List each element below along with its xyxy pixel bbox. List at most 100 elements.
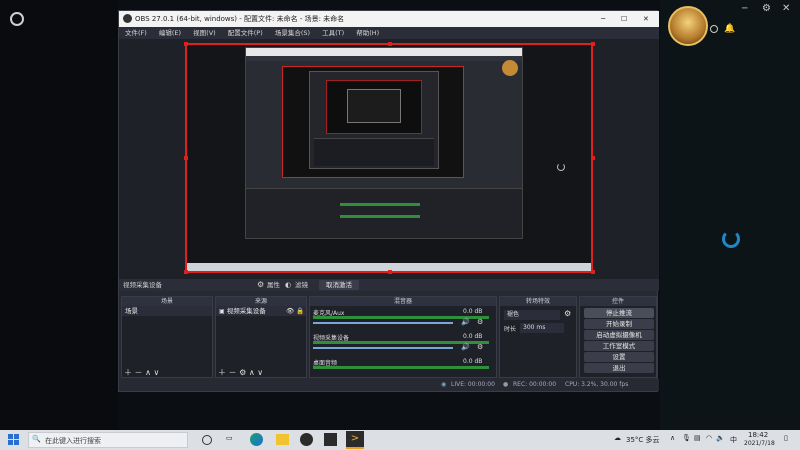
- edge-icon[interactable]: [250, 433, 263, 446]
- gear-icon[interactable]: ⚙: [762, 3, 771, 14]
- menu-view[interactable]: 视图(V): [193, 29, 216, 37]
- scenes-dock: 场景 场景 ＋ － ∧ ∨: [121, 296, 213, 378]
- minimize-icon[interactable]: ─: [742, 4, 747, 14]
- file-explorer-icon[interactable]: [276, 434, 289, 445]
- microphone-icon[interactable]: 🎙: [682, 434, 691, 442]
- preview-canvas[interactable]: [185, 43, 593, 273]
- duration-input[interactable]: 300 ms: [520, 323, 564, 333]
- channel-db: 0.0 dB: [463, 333, 483, 340]
- store-icon[interactable]: [324, 433, 337, 446]
- properties-button[interactable]: 属性: [267, 279, 280, 291]
- transform-handle-bl[interactable]: [184, 270, 188, 274]
- mixer-channel: 桌面音频 0.0 dB: [313, 358, 493, 376]
- lock-icon[interactable]: 🔒: [296, 306, 304, 316]
- gear-icon[interactable]: ⚙: [477, 318, 483, 326]
- preview-area[interactable]: [119, 39, 659, 289]
- scene-toolbar: ＋ － ∧ ∨: [124, 367, 159, 378]
- weather-icon: ☁: [614, 434, 621, 442]
- ime-indicator[interactable]: 中: [730, 435, 737, 445]
- notification-icon[interactable]: ▯: [784, 434, 788, 442]
- gear-icon[interactable]: ⚙: [477, 343, 483, 351]
- transform-handle-tl[interactable]: [184, 42, 188, 46]
- minimize-button[interactable]: ─: [601, 11, 605, 27]
- gear-icon: ⚙: [257, 280, 265, 289]
- source-item[interactable]: ▣ 视频采集设备 👁 🔒: [216, 306, 306, 316]
- transform-handle-tc[interactable]: [388, 42, 392, 46]
- channel-db: 0.0 dB: [463, 358, 483, 365]
- add-icon[interactable]: ＋: [124, 368, 132, 377]
- windows-start-icon[interactable]: [8, 434, 19, 445]
- volume-slider[interactable]: [313, 347, 453, 349]
- deactivate-button[interactable]: 取消激活: [319, 280, 359, 290]
- move-up-icon[interactable]: ∧: [249, 368, 255, 377]
- task-view-icon[interactable]: [202, 435, 212, 445]
- scene-item[interactable]: 场景: [122, 306, 212, 316]
- sources-dock: 来源 ▣ 视频采集设备 👁 🔒 ＋ － ⚙ ∧ ∨: [215, 296, 307, 378]
- mixer-channel: 麦克风/Aux 0.0 dB 🔊 ⚙: [313, 308, 493, 330]
- volume-icon[interactable]: 🔈: [716, 434, 725, 442]
- left-desktop-area: [0, 0, 118, 430]
- gear-icon[interactable]: ⚙: [239, 368, 246, 377]
- gear-icon[interactable]: ⚙: [564, 309, 571, 318]
- circle-icon[interactable]: [710, 25, 718, 33]
- menu-tools[interactable]: 工具(T): [322, 29, 344, 37]
- transform-handle-mr[interactable]: [591, 156, 595, 160]
- widgets-icon[interactable]: ▭: [226, 434, 233, 442]
- clock-time[interactable]: 18:42: [748, 431, 768, 439]
- mixer-dock: 混音器 麦克风/Aux 0.0 dB 🔊 ⚙ 视频采集设备 0.0 dB 🔊 ⚙…: [309, 296, 497, 378]
- preview-spinner-icon: [557, 163, 565, 171]
- eye-icon[interactable]: 👁: [286, 306, 294, 316]
- title-bar[interactable]: OBS 27.0.1 (64-bit, windows) - 配置文件: 未命名…: [119, 11, 659, 27]
- remove-icon[interactable]: －: [229, 368, 237, 377]
- transition-select[interactable]: 褪色: [504, 310, 560, 320]
- filters-button[interactable]: 滤镜: [295, 279, 308, 291]
- move-down-icon[interactable]: ∨: [154, 368, 160, 377]
- virtual-camera-button[interactable]: 启动虚拟摄像机: [584, 330, 654, 340]
- transitions-dock: 转场特效 褪色 ⚙ 时长 300 ms: [499, 296, 577, 378]
- menu-file[interactable]: 文件(F): [125, 29, 147, 37]
- channel-db: 0.0 dB: [463, 308, 483, 315]
- add-icon[interactable]: ＋: [218, 368, 226, 377]
- volume-slider[interactable]: [313, 322, 453, 324]
- stop-streaming-button[interactable]: 停止推流: [584, 308, 654, 318]
- wifi-icon[interactable]: ◠: [706, 434, 712, 442]
- close-button[interactable]: ✕: [643, 11, 649, 27]
- avatar[interactable]: [668, 6, 708, 46]
- transform-handle-tr[interactable]: [591, 42, 595, 46]
- obs-taskbar-icon[interactable]: [300, 433, 313, 446]
- move-down-icon[interactable]: ∨: [257, 368, 263, 377]
- menu-edit[interactable]: 编辑(E): [159, 29, 181, 37]
- terminal-icon[interactable]: >: [346, 431, 364, 449]
- filter-icon: ◐: [285, 281, 292, 289]
- obs-window[interactable]: OBS 27.0.1 (64-bit, windows) - 配置文件: 未命名…: [118, 10, 659, 392]
- move-up-icon[interactable]: ∧: [145, 368, 151, 377]
- maximize-button[interactable]: ☐: [621, 11, 627, 27]
- speaker-icon[interactable]: 🔊: [461, 343, 470, 351]
- remove-icon[interactable]: －: [135, 368, 143, 377]
- close-icon[interactable]: ✕: [782, 3, 790, 14]
- source-item-label: 视频采集设备: [226, 307, 266, 315]
- speaker-icon[interactable]: 🔊: [461, 318, 470, 326]
- transform-handle-bc[interactable]: [388, 270, 392, 274]
- taskbar: 🔍 在此键入进行搜索 ▭ > ☁ 35°C 多云 ∧ 🎙 ▤ ◠ 🔈 中 18:…: [0, 430, 800, 450]
- weather-text[interactable]: 35°C 多云: [626, 435, 660, 445]
- status-bar: ◉ LIVE: 00:00:00 ● REC: 00:00:00 CPU: 3.…: [119, 379, 659, 391]
- search-placeholder: 在此键入进行搜索: [45, 437, 101, 445]
- tray-chevron-icon[interactable]: ∧: [670, 434, 675, 442]
- app-gear-icon[interactable]: [10, 12, 24, 26]
- transform-handle-br[interactable]: [591, 270, 595, 274]
- menu-profile[interactable]: 配置文件(P): [228, 29, 263, 37]
- search-icon: 🔍: [32, 435, 41, 443]
- settings-button[interactable]: 设置: [584, 352, 654, 362]
- transform-handle-ml[interactable]: [184, 156, 188, 160]
- bell-icon[interactable]: 🔔: [724, 24, 735, 34]
- taskbar-search[interactable]: 🔍 在此键入进行搜索: [28, 432, 188, 448]
- studio-mode-button[interactable]: 工作室模式: [584, 341, 654, 351]
- source-toolbar-bottom: ＋ － ⚙ ∧ ∨: [218, 367, 263, 378]
- start-recording-button[interactable]: 开始录制: [584, 319, 654, 329]
- network-icon[interactable]: ▤: [694, 434, 701, 442]
- menu-scene-collection[interactable]: 场景集合(S): [275, 29, 310, 37]
- clock-date[interactable]: 2021/7/18: [744, 440, 775, 447]
- menu-help[interactable]: 帮助(H): [356, 29, 379, 37]
- exit-button[interactable]: 退出: [584, 363, 654, 373]
